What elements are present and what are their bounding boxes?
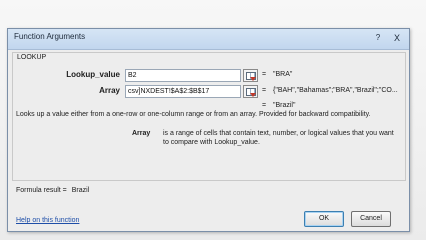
dialog-title: Function Arguments: [14, 32, 86, 41]
overall-result-eq: =: [262, 102, 267, 109]
function-name: LOOKUP: [16, 54, 48, 61]
function-arguments-dialog: Function Arguments ? X LOOKUP Lookup_val…: [7, 28, 410, 232]
arg-help-line1: is a range of cells that contain text, n…: [163, 130, 394, 137]
lookup-value-label: Lookup_value: [66, 70, 120, 79]
lookup-value-eq: =: [262, 71, 267, 78]
lookup-value-input[interactable]: B2: [125, 69, 241, 82]
arg-help-name: Array: [132, 130, 151, 137]
dialog-titlebar[interactable]: Function Arguments ? X: [8, 29, 409, 50]
cancel-button[interactable]: Cancel: [351, 211, 391, 227]
formula-result-label: Formula result =: [16, 187, 67, 194]
formula-result: Formula result = Brazil: [16, 187, 89, 194]
formula-result-value: Brazil: [71, 187, 90, 194]
lookup-value-collapse-button[interactable]: [243, 69, 258, 82]
divider: [12, 180, 405, 181]
ok-button[interactable]: OK: [304, 211, 344, 227]
help-icon[interactable]: ?: [371, 32, 385, 44]
array-label: Array: [99, 86, 120, 95]
close-icon[interactable]: X: [389, 32, 405, 44]
array-collapse-button[interactable]: [243, 85, 258, 98]
array-eq: =: [262, 87, 267, 94]
function-description: Looks up a value either from a one-row o…: [16, 111, 371, 118]
arg-help-line2: to compare with Lookup_value.: [163, 139, 260, 146]
overall-result-value: "Brazil": [273, 102, 296, 109]
arrow-icon: [250, 77, 256, 81]
arrow-icon: [250, 93, 256, 97]
array-result: {"BAH","Bahamas";"BRA","Brazil";"CO...: [273, 87, 398, 94]
array-input[interactable]: csv]NXDEST!$A$2:$B$17: [125, 85, 241, 98]
lookup-value-result: "BRA": [273, 71, 293, 78]
help-on-function-link[interactable]: Help on this function: [16, 217, 79, 224]
